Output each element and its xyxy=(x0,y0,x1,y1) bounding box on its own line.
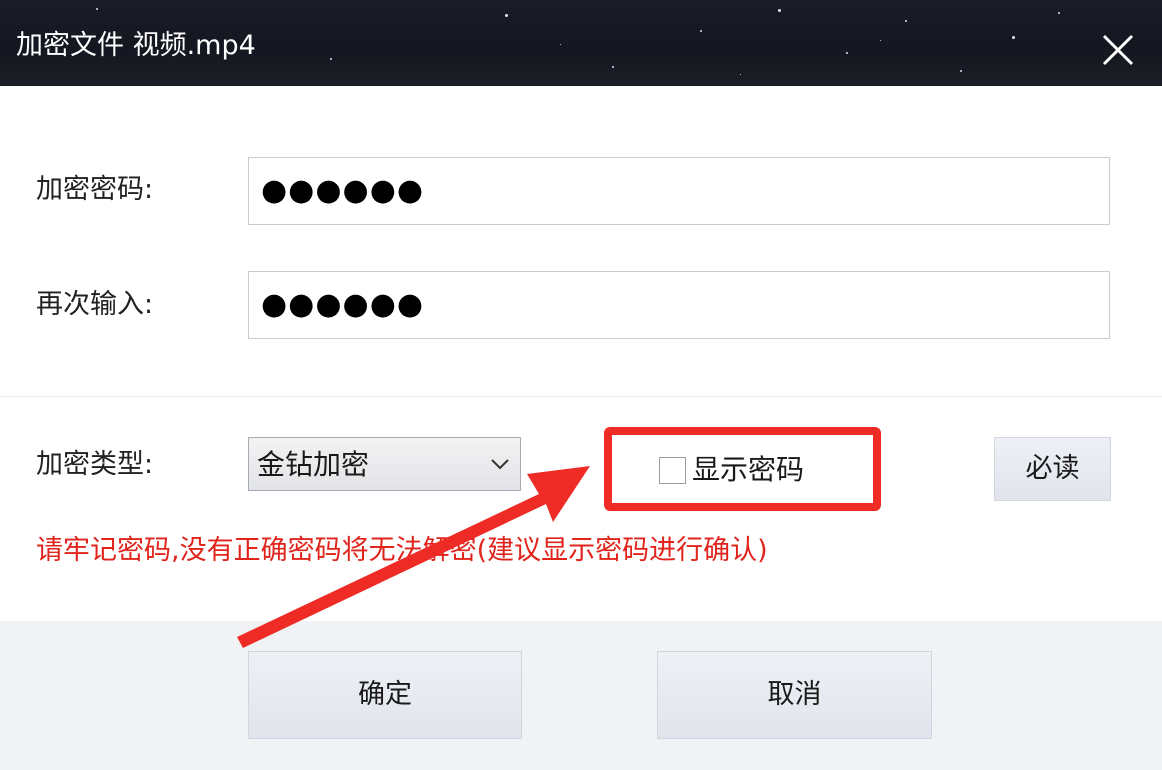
star-decoration xyxy=(505,14,508,17)
star-decoration xyxy=(560,44,561,45)
title-bar: 加密文件 视频.mp4 xyxy=(0,0,1162,86)
checkbox-box[interactable] xyxy=(659,457,686,484)
star-decoration xyxy=(612,66,614,68)
encryption-type-value: 金钻加密 xyxy=(257,448,370,481)
star-decoration xyxy=(700,30,702,32)
star-decoration xyxy=(905,20,907,22)
close-icon xyxy=(1102,34,1134,66)
cancel-button[interactable]: 取消 xyxy=(657,651,932,739)
star-decoration xyxy=(880,40,881,41)
warning-message: 请牢记密码,没有正确密码将无法解密(建议显示密码进行确认) xyxy=(36,535,768,566)
footer-panel xyxy=(0,621,1162,770)
star-decoration xyxy=(960,70,962,72)
star-decoration xyxy=(1058,12,1060,14)
password-label: 加密密码: xyxy=(36,174,154,205)
star-decoration xyxy=(1012,36,1015,39)
ok-button[interactable]: 确定 xyxy=(248,651,522,739)
star-decoration xyxy=(740,74,741,75)
show-password-label: 显示密码 xyxy=(692,453,805,486)
password-field[interactable]: ●●●●●● xyxy=(248,157,1110,225)
confirm-password-label: 再次输入: xyxy=(36,289,154,320)
encryption-type-select[interactable]: 金钻加密 xyxy=(248,437,521,491)
help-button[interactable]: 必读 xyxy=(994,437,1111,501)
star-decoration xyxy=(778,9,781,12)
star-decoration xyxy=(846,52,848,54)
confirm-password-field[interactable]: ●●●●●● xyxy=(248,271,1110,339)
star-decoration xyxy=(330,58,332,60)
close-button[interactable] xyxy=(1090,26,1144,76)
star-decoration xyxy=(96,8,98,10)
encryption-type-label: 加密类型: xyxy=(36,449,154,480)
password-panel xyxy=(0,86,1162,396)
chevron-down-icon xyxy=(491,459,509,470)
window-title: 加密文件 视频.mp4 xyxy=(16,30,256,61)
options-panel xyxy=(0,397,1162,621)
